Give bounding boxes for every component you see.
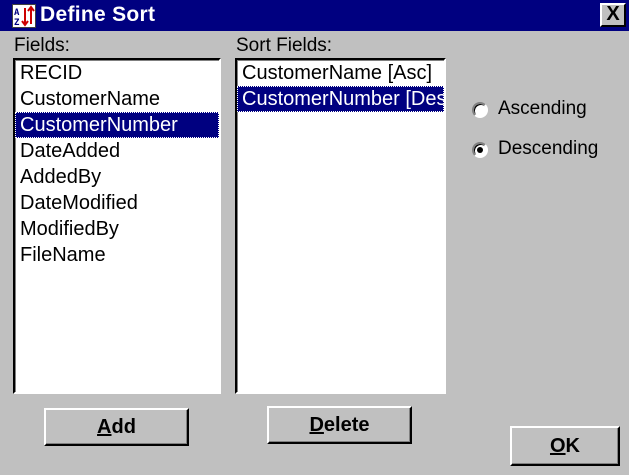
ascending-label: Ascending xyxy=(498,98,587,119)
close-icon: X xyxy=(606,3,620,25)
list-item[interactable]: AddedBy xyxy=(15,164,219,190)
fields-label: Fields: xyxy=(14,35,70,56)
list-item[interactable]: RECID xyxy=(15,60,219,86)
list-item[interactable]: CustomerNumber xyxy=(15,112,219,138)
list-item[interactable]: CustomerName xyxy=(15,86,219,112)
close-button[interactable]: X xyxy=(600,3,626,27)
descending-label: Descending xyxy=(498,138,599,159)
sort-fields-listbox[interactable]: CustomerName [Asc] CustomerNumber [Des] xyxy=(235,58,446,394)
list-item[interactable]: ModifiedBy xyxy=(15,216,219,242)
svg-text:Z: Z xyxy=(14,18,20,27)
window-title: Define Sort xyxy=(40,3,156,26)
sort-fields-label: Sort Fields: xyxy=(236,35,333,56)
fields-listbox[interactable]: RECID CustomerName CustomerNumber DateAdded… xyxy=(13,58,221,394)
define-sort-dialog: A Z Define Sort X Fields: RECID CustomerN… xyxy=(0,0,629,475)
title-bar[interactable]: A Z Define Sort X xyxy=(0,0,629,31)
delete-button[interactable]: Delete xyxy=(267,406,412,444)
list-item[interactable]: FileName xyxy=(15,242,219,268)
radio-button-ascending[interactable] xyxy=(472,102,488,118)
add-button[interactable]: Add xyxy=(44,408,189,446)
svg-text:A: A xyxy=(14,8,20,18)
list-item[interactable]: DateAdded xyxy=(15,138,219,164)
list-item[interactable]: DateModified xyxy=(15,190,219,216)
sort-az-icon: A Z xyxy=(12,4,36,28)
list-item[interactable]: CustomerName [Asc] xyxy=(237,60,444,86)
ok-button[interactable]: OK xyxy=(510,426,620,466)
list-item[interactable]: CustomerNumber [Des] xyxy=(237,86,444,112)
radio-button-descending[interactable] xyxy=(472,142,488,158)
